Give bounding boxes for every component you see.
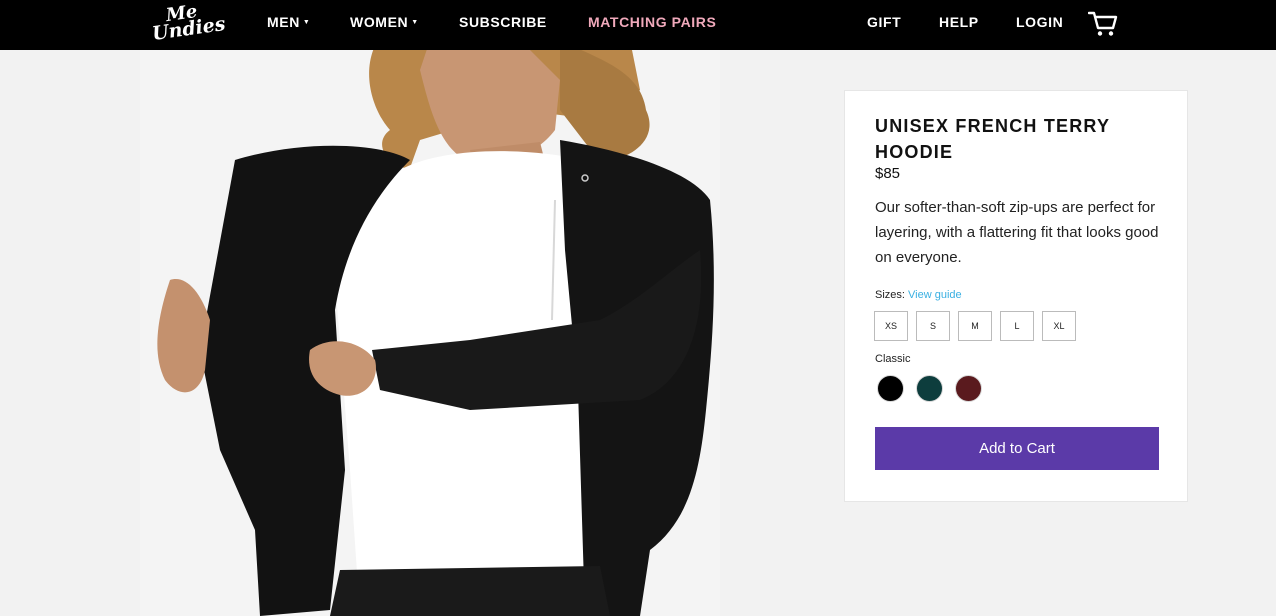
chevron-down-icon: ▼ [411, 19, 419, 26]
nav-gift[interactable]: GIFT [867, 14, 901, 32]
swatch-teal[interactable] [916, 375, 943, 402]
size-option-m[interactable]: M [958, 311, 992, 341]
nav-women[interactable]: WOMEN ▼ [350, 14, 419, 32]
size-option-l[interactable]: L [1000, 311, 1034, 341]
nav-subscribe[interactable]: SUBSCRIBE [459, 14, 547, 32]
size-option-xs[interactable]: XS [874, 311, 908, 341]
top-nav: Me Undies MEN ▼ WOMEN ▼ SUBSCRIBE MATCHING… [0, 0, 1276, 50]
cart-icon[interactable] [1087, 10, 1118, 38]
nav-men[interactable]: MEN ▼ [267, 14, 310, 32]
nav-men-label: MEN [267, 14, 300, 30]
meundies-logo[interactable]: Me Undies [151, 1, 227, 45]
swatch-maroon[interactable] [955, 375, 982, 402]
view-guide-link[interactable]: View guide [908, 289, 962, 301]
swatch-black[interactable] [877, 375, 904, 402]
product-photo [0, 50, 830, 616]
nav-login[interactable]: LOGIN [1016, 14, 1063, 32]
product-description: Our softer-than-soft zip-ups are perfect… [875, 199, 1159, 266]
chevron-down-icon: ▼ [302, 19, 311, 26]
sizes-label: Sizes: View guide [875, 289, 962, 301]
sizes-label-text: Sizes: [875, 289, 905, 301]
size-option-s[interactable]: S [916, 311, 950, 341]
product-title: UNISEX FRENCH TERRY HOODIE [875, 116, 1110, 162]
size-selector: XS S M L XL [874, 311, 1076, 341]
nav-women-label: WOMEN [350, 14, 409, 30]
nav-help[interactable]: HELP [939, 14, 979, 32]
product-card: UNISEX FRENCH TERRY HOODIE $85 Our softe… [844, 90, 1188, 502]
add-to-cart-button[interactable]: Add to Cart [875, 427, 1159, 470]
color-swatches [877, 375, 982, 402]
product-price: $85 [875, 165, 901, 182]
nav-matching-pairs[interactable]: MATCHING PAIRS [588, 14, 716, 32]
color-group-label: Classic [875, 353, 911, 365]
size-option-xl[interactable]: XL [1042, 311, 1076, 341]
logo-text-undies: Undies [150, 12, 227, 46]
